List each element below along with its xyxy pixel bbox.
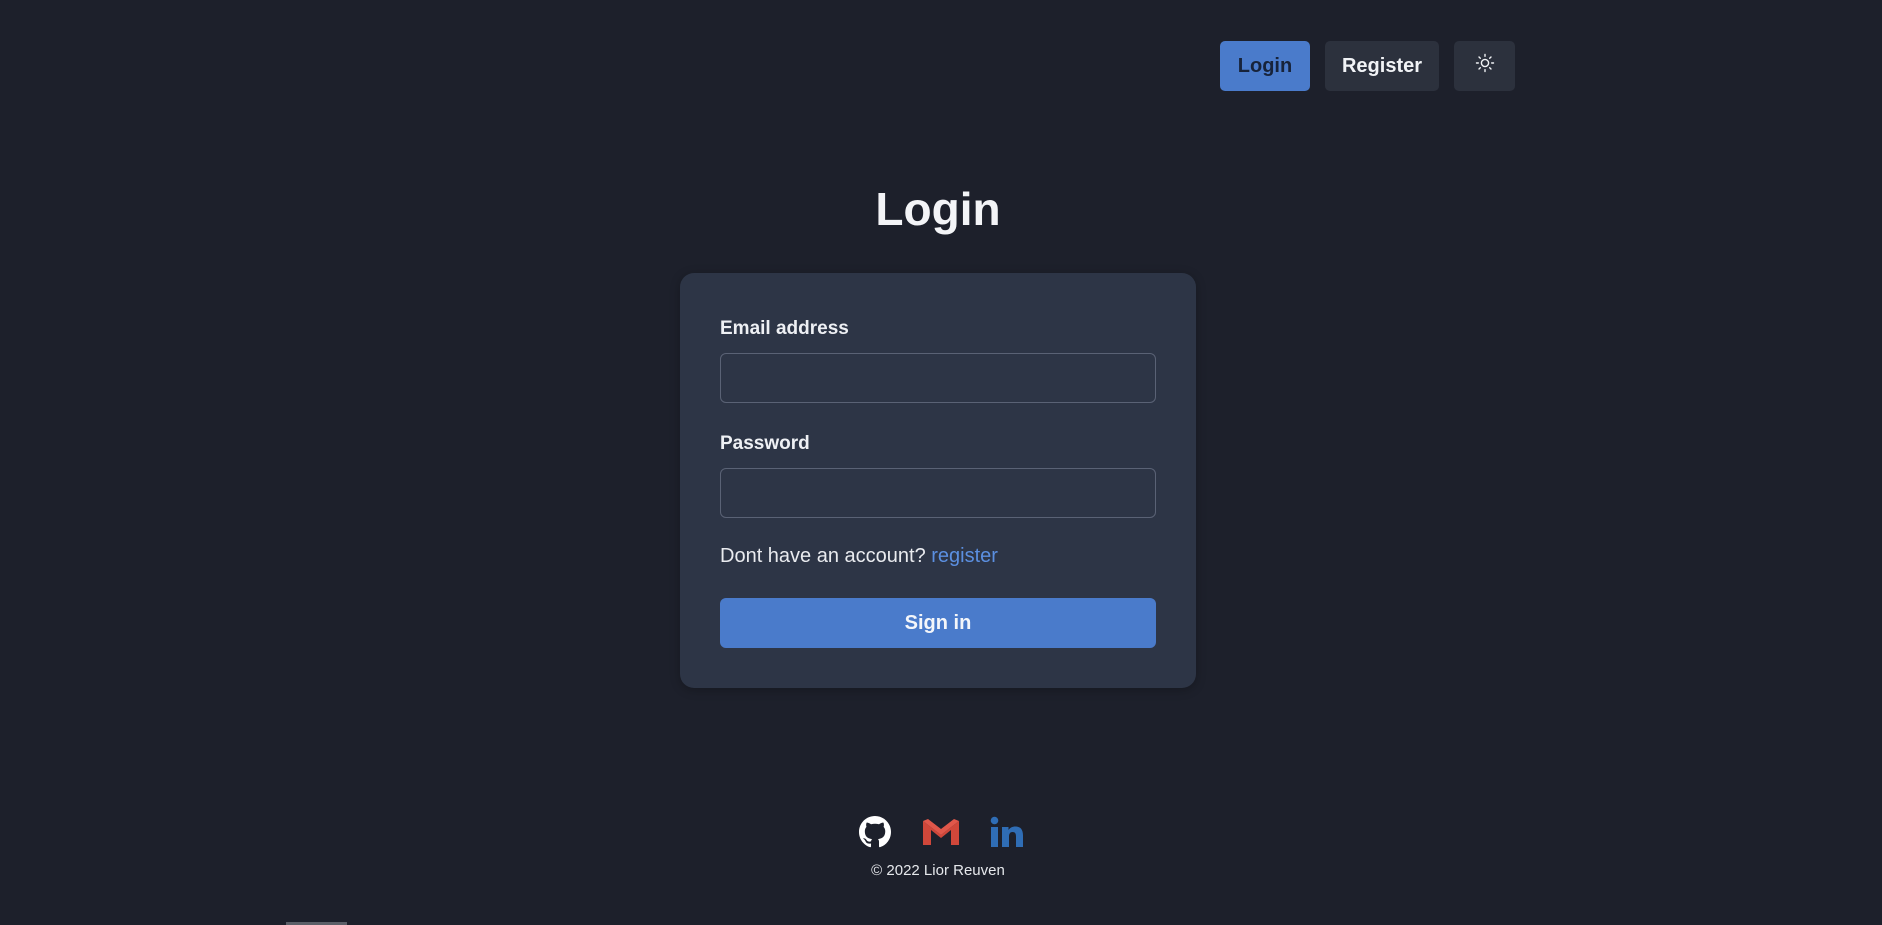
login-card: Email address Password Dont have an acco… xyxy=(680,273,1196,688)
linkedin-link[interactable] xyxy=(989,816,1025,852)
sign-in-button[interactable]: Sign in xyxy=(720,598,1156,648)
linkedin-icon xyxy=(990,816,1024,853)
theme-toggle-button[interactable] xyxy=(1454,41,1515,91)
nav-login-button[interactable]: Login xyxy=(1220,41,1310,91)
github-icon xyxy=(859,815,891,853)
register-link[interactable]: register xyxy=(931,545,998,567)
page: Login Register Login Email address Passw… xyxy=(0,0,1882,925)
email-label: Email address xyxy=(720,318,849,339)
copyright-text: © 2022 Lior Reuven xyxy=(871,862,1005,879)
nav-register-button[interactable]: Register xyxy=(1325,41,1439,91)
email-input[interactable] xyxy=(720,353,1156,403)
github-link[interactable] xyxy=(857,815,893,853)
password-input[interactable] xyxy=(720,468,1156,518)
register-hint-text: Dont have an account? xyxy=(720,545,926,567)
register-hint: Dont have an account? register xyxy=(720,545,998,568)
sun-icon xyxy=(1475,53,1495,79)
gmail-icon xyxy=(922,818,960,851)
social-links xyxy=(857,815,1025,853)
password-label: Password xyxy=(720,433,810,454)
gmail-link[interactable] xyxy=(923,816,959,852)
top-nav: Login Register xyxy=(1220,41,1515,91)
page-title: Login xyxy=(875,183,1001,235)
